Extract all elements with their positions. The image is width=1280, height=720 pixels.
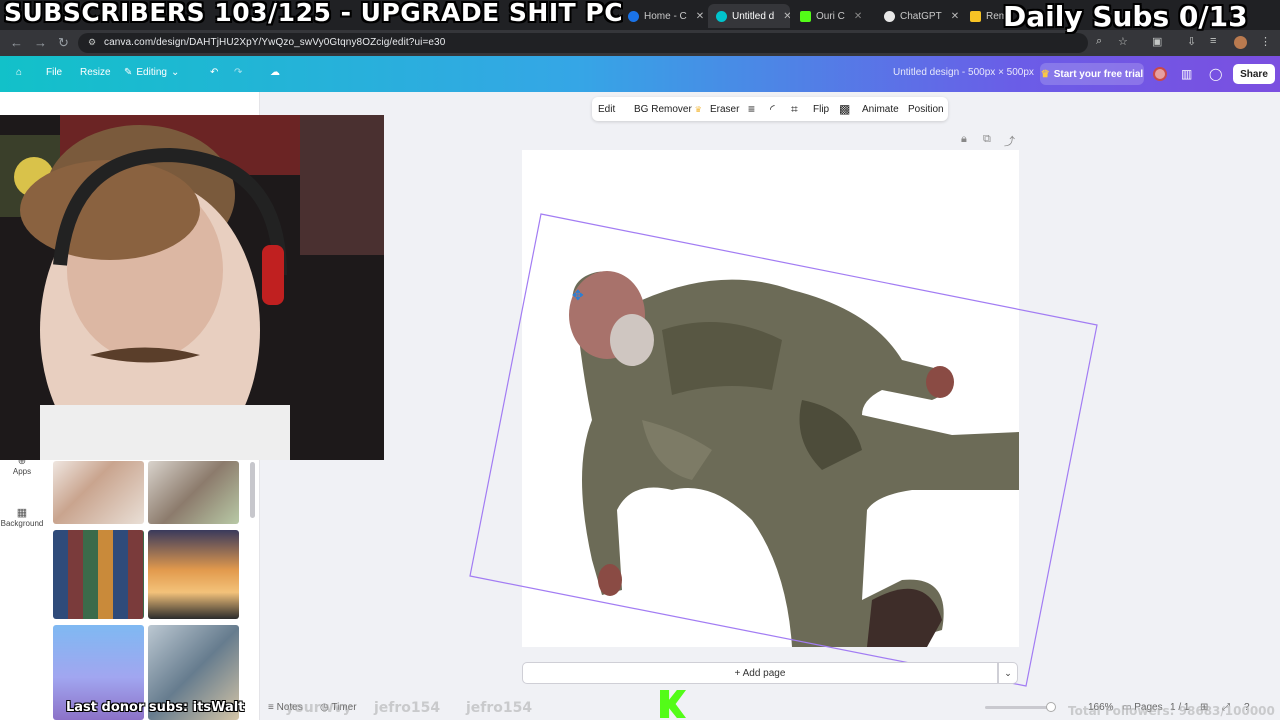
bg-remover-label: BG Remover: [634, 104, 692, 115]
background-label: Background: [0, 519, 44, 528]
chevron-down-icon: ⌄: [170, 67, 180, 78]
crown-icon: ♛: [1040, 68, 1050, 80]
edit-button[interactable]: Edit: [598, 104, 615, 115]
browser-menu-icon[interactable]: ⋮: [1260, 35, 1271, 48]
comment-icon[interactable]: ◯: [1209, 67, 1222, 81]
tab-label: Ouri C: [816, 10, 845, 22]
total-followers-overlay: Total Followers: 98683/100000: [1068, 704, 1275, 718]
apps-label: Apps: [12, 467, 32, 476]
resize-button[interactable]: Resize: [80, 67, 111, 78]
crop-icon[interactable]: ⌗: [791, 102, 798, 117]
undo-icon[interactable]: ↶: [210, 67, 218, 78]
ghost-name-overlay: jefro154: [466, 700, 533, 716]
zoom-slider[interactable]: [985, 706, 1055, 709]
background-rail-item[interactable]: ▦ Background: [0, 506, 44, 528]
reload-icon[interactable]: ↻: [58, 35, 69, 51]
tab-chatgpt[interactable]: ChatGPT ✕: [876, 4, 960, 28]
transparency-icon[interactable]: ▩: [839, 102, 850, 116]
border-lines-icon[interactable]: ≡: [748, 102, 755, 116]
extensions-icon[interactable]: ▣: [1152, 35, 1162, 48]
trial-label: Start your free trial: [1053, 68, 1144, 80]
back-arrow-icon[interactable]: ←: [10, 35, 23, 50]
tab-favicon-icon: [716, 10, 727, 22]
download-icon[interactable]: ⇩: [1187, 35, 1196, 48]
notes-icon: ≡: [268, 702, 274, 713]
webcam-image: [0, 115, 384, 460]
tab-favicon-icon: [884, 10, 895, 22]
cloud-save-icon[interactable]: ☁: [270, 67, 280, 78]
selection-outline[interactable]: [460, 205, 1110, 695]
background-pattern-icon: ▦: [16, 507, 28, 519]
bookmark-star-icon[interactable]: ☆: [1118, 35, 1128, 48]
template-thumbnail[interactable]: [148, 530, 239, 619]
tab-label: ChatGPT: [900, 10, 942, 22]
zoom-icon[interactable]: ⌕: [1096, 35, 1102, 48]
redo-icon[interactable]: ↷: [234, 67, 242, 78]
animate-button[interactable]: Animate: [862, 104, 899, 115]
add-page-button[interactable]: + Add page: [522, 662, 998, 684]
position-button[interactable]: Position: [908, 104, 944, 115]
ghost-name-overlay: jefro154: [374, 700, 441, 716]
subscriber-goal-overlay: SUBSCRIBERS 103/125 - UPGRADE SHIT PC: [4, 0, 624, 27]
eraser-button[interactable]: Eraser: [710, 104, 739, 115]
panel-scrollbar[interactable]: [250, 462, 255, 518]
reading-list-icon[interactable]: ≡: [1210, 35, 1216, 47]
design-title[interactable]: Untitled design - 500px × 500px: [893, 67, 1034, 78]
tab-label: Untitled d: [732, 10, 775, 22]
close-icon[interactable]: ✕: [696, 11, 704, 22]
editing-mode-button[interactable]: ✎ Editing ⌄: [124, 67, 179, 78]
kick-logo-icon: [800, 10, 811, 22]
tab-home[interactable]: Home - C ✕: [620, 4, 706, 28]
start-free-trial-button[interactable]: ♛ Start your free trial: [1040, 63, 1144, 85]
chevron-down-icon[interactable]: ⌄: [998, 662, 1018, 684]
add-page-icon[interactable]: ⤴: [1004, 133, 1015, 149]
template-thumbnail[interactable]: [148, 461, 239, 524]
zoom-slider-handle[interactable]: [1046, 702, 1056, 712]
bg-remover-button[interactable]: BG Remover ♛: [634, 104, 702, 115]
ghost-name-overlay: yourwvy: [285, 700, 352, 716]
tab-kick[interactable]: Ouri C ✕: [792, 4, 874, 28]
lock-icon[interactable]: 🔒︎: [961, 133, 967, 146]
pencil-icon: ✎: [124, 67, 133, 78]
share-button[interactable]: Share: [1233, 64, 1275, 84]
user-avatar[interactable]: [1153, 67, 1167, 81]
last-donor-overlay: Last donor subs: itsWalt: [66, 700, 245, 715]
template-thumbnail[interactable]: [53, 461, 144, 524]
mute-icon[interactable]: ✕: [854, 11, 862, 22]
crown-icon: ♛: [694, 105, 702, 114]
tab-favicon-icon: [628, 10, 639, 22]
forward-arrow-icon[interactable]: →: [34, 35, 47, 50]
home-icon[interactable]: ⌂: [16, 67, 22, 78]
tab-favicon-icon: [970, 10, 981, 22]
file-menu-button[interactable]: File: [46, 67, 62, 78]
profile-avatar[interactable]: [1234, 36, 1247, 49]
tab-label: Home - C: [644, 10, 687, 22]
tab-untitled-design[interactable]: Untitled d ✕: [708, 4, 790, 28]
tab-remove[interactable]: Remo: [962, 4, 1006, 28]
webcam-overlay: [0, 115, 384, 460]
daily-subs-overlay: Daily Subs 0/13: [1003, 0, 1248, 33]
move-cursor-icon: ✥: [572, 287, 584, 303]
url-text: canva.com/design/DAHTjHU2XpY/YwQzo_swVy0…: [104, 37, 446, 48]
site-info-icon[interactable]: ⚙: [88, 37, 96, 48]
editing-label: Editing: [136, 67, 167, 78]
insights-chart-icon[interactable]: ▥: [1181, 67, 1192, 81]
duplicate-page-icon[interactable]: ⧉: [983, 133, 991, 146]
close-icon[interactable]: ✕: [951, 11, 959, 22]
template-thumbnail[interactable]: [53, 530, 144, 619]
close-icon[interactable]: ✕: [783, 11, 790, 22]
flip-button[interactable]: Flip: [813, 104, 829, 115]
corner-rounding-icon[interactable]: ◜: [770, 102, 775, 116]
